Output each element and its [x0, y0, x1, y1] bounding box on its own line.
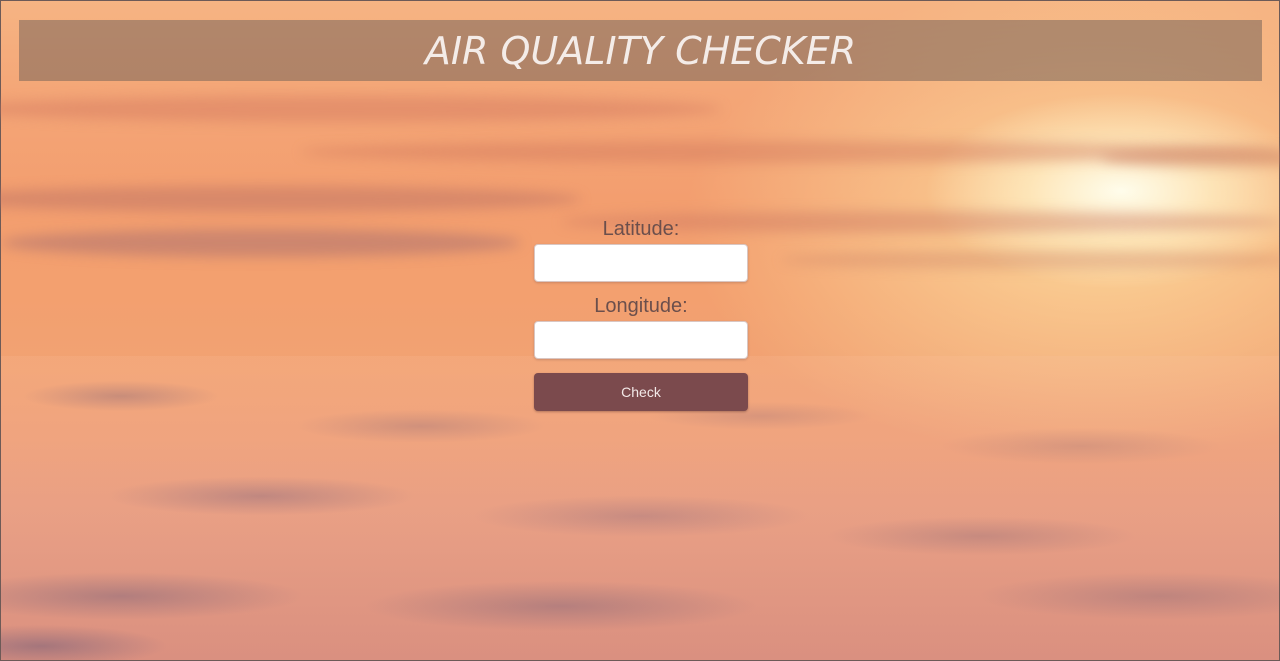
check-button[interactable]: Check [534, 373, 748, 411]
cloud-streak [0, 96, 721, 122]
cloud-streak [781, 251, 1280, 269]
page-header: AIR QUALITY CHECKER [19, 20, 1262, 81]
coordinates-form: Latitude: Longitude: Check [534, 214, 748, 411]
cloud-streak [1, 229, 521, 257]
longitude-label: Longitude: [594, 295, 688, 317]
latitude-label: Latitude: [602, 218, 680, 240]
cloud-streak [1101, 149, 1280, 167]
cloud-streak [0, 186, 581, 212]
page-title: AIR QUALITY CHECKER [424, 28, 857, 73]
latitude-input[interactable] [534, 244, 748, 282]
longitude-input[interactable] [534, 321, 748, 359]
